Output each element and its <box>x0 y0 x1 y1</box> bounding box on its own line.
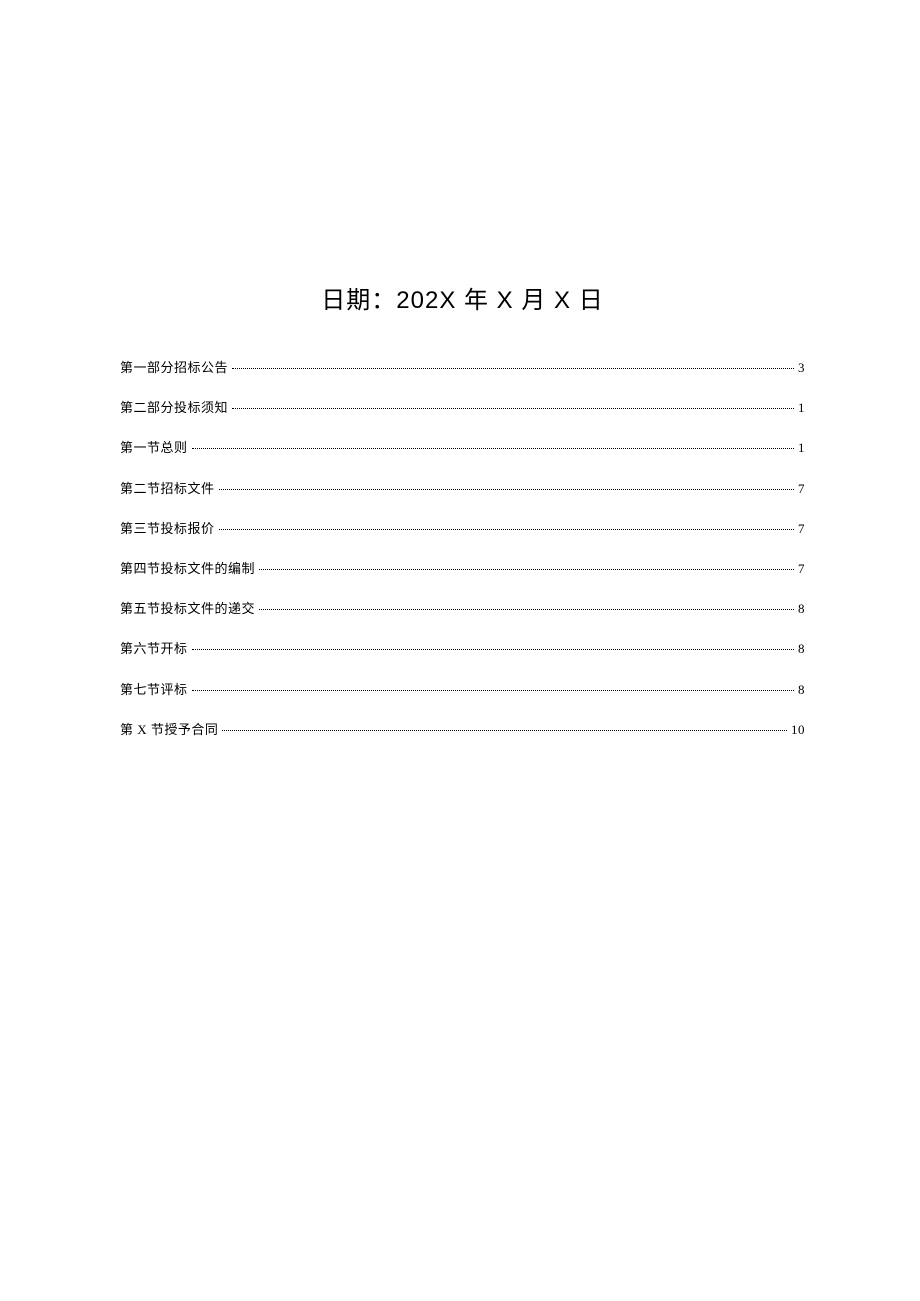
toc-dots <box>232 408 794 409</box>
toc-entry: 第四节投标文件的编制 7 <box>120 560 805 578</box>
toc-entry: 第三节投标报价 7 <box>120 520 805 538</box>
toc-entry: 第二节招标文件 7 <box>120 480 805 498</box>
toc-dots <box>219 529 794 530</box>
toc-page-number: 7 <box>798 520 805 538</box>
toc-entry: 第一节总则 1 <box>120 439 805 457</box>
toc-page-number: 8 <box>798 600 805 618</box>
toc-dots <box>259 569 794 570</box>
toc-dots <box>219 489 794 490</box>
toc-label: 第二部分投标须知 <box>120 399 228 417</box>
toc-dots <box>232 368 794 369</box>
toc-label: 第 X 节授予合同 <box>120 721 218 739</box>
toc-entry: 第二部分投标须知 1 <box>120 399 805 417</box>
toc-page-number: 8 <box>798 640 805 658</box>
toc-label: 第三节投标报价 <box>120 520 215 538</box>
toc-label: 第一节总则 <box>120 439 188 457</box>
table-of-contents: 第一部分招标公告 3 第二部分投标须知 1 第一节总则 1 第二节招标文件 7 … <box>120 359 805 739</box>
toc-page-number: 7 <box>798 560 805 578</box>
toc-page-number: 8 <box>798 681 805 699</box>
toc-label: 第一部分招标公告 <box>120 359 228 377</box>
toc-page-number: 1 <box>798 439 805 457</box>
toc-dots <box>192 649 794 650</box>
toc-entry: 第六节开标 8 <box>120 640 805 658</box>
toc-page-number: 1 <box>798 399 805 417</box>
toc-label: 第五节投标文件的递交 <box>120 600 255 618</box>
toc-dots <box>192 448 794 449</box>
toc-page-number: 10 <box>791 721 805 739</box>
toc-label: 第七节评标 <box>120 681 188 699</box>
toc-entry: 第五节投标文件的递交 8 <box>120 600 805 618</box>
page-title: 日期：202X 年 X 月 X 日 <box>120 280 805 315</box>
toc-dots <box>222 730 787 731</box>
toc-entry: 第 X 节授予合同 10 <box>120 721 805 739</box>
toc-dots <box>192 690 794 691</box>
toc-entry: 第七节评标 8 <box>120 681 805 699</box>
document-page: 日期：202X 年 X 月 X 日 第一部分招标公告 3 第二部分投标须知 1 … <box>0 0 920 739</box>
toc-label: 第四节投标文件的编制 <box>120 560 255 578</box>
toc-entry: 第一部分招标公告 3 <box>120 359 805 377</box>
toc-label: 第六节开标 <box>120 640 188 658</box>
toc-label: 第二节招标文件 <box>120 480 215 498</box>
toc-page-number: 3 <box>798 359 805 377</box>
toc-dots <box>259 609 794 610</box>
toc-page-number: 7 <box>798 480 805 498</box>
